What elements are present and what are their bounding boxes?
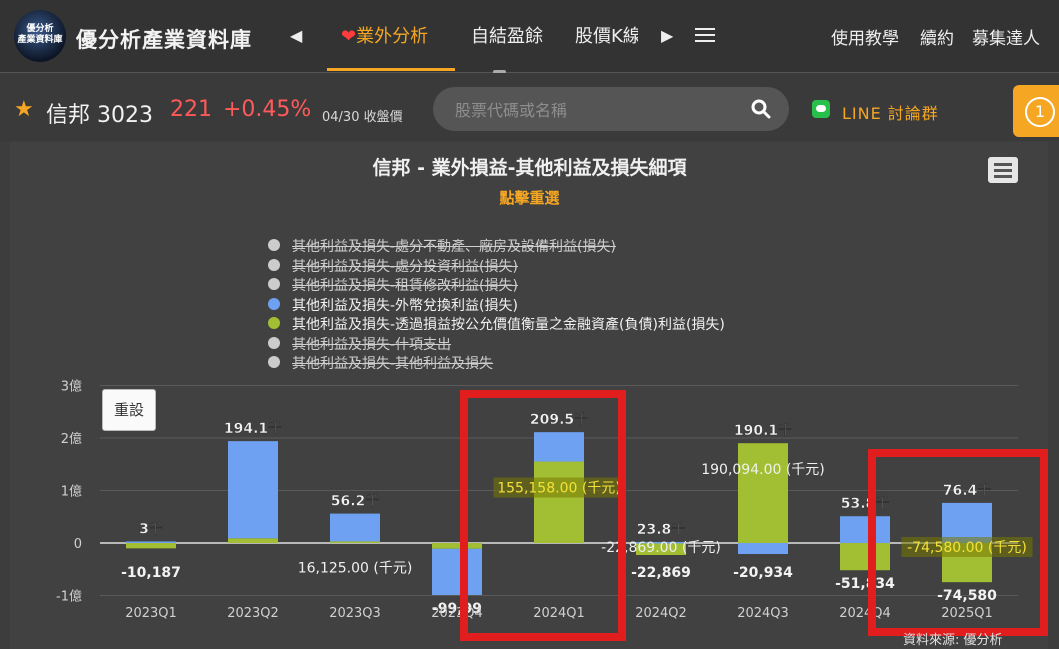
- bar-fx: [126, 541, 176, 543]
- x-tick-label: 2024Q3: [737, 606, 789, 621]
- x-tick-label: 2024Q2: [635, 606, 687, 621]
- bar-total-label: 56.2千: [331, 493, 380, 510]
- bar-fvpl: [126, 543, 176, 549]
- bar-total-label: 3千: [139, 520, 163, 537]
- x-tick-label: 2023Q1: [125, 606, 177, 621]
- highlight-box-2025q1: [868, 449, 1048, 636]
- x-tick-label: 2023Q2: [227, 606, 279, 621]
- bar-fvpl: [228, 538, 278, 543]
- x-tick-label: 2023Q3: [329, 606, 381, 621]
- bar-total-label: 194.1千: [224, 420, 282, 437]
- y-tick-label: 1億: [61, 484, 82, 500]
- y-tick-label: 2億: [61, 431, 82, 447]
- data-source: 資料來源: 優分析: [903, 633, 1003, 648]
- bar-negative-label: -20,934: [733, 565, 793, 581]
- bar-total-label: 23.8千: [637, 521, 686, 538]
- bar-fvpl: [738, 443, 788, 543]
- value-tooltip: 190,094.00 (千元): [701, 462, 825, 478]
- bar-fx: [330, 513, 380, 542]
- reset-zoom-button[interactable]: 重設: [102, 389, 156, 431]
- y-tick-label: -1億: [56, 589, 82, 605]
- value-tooltip: 16,125.00 (千元): [298, 560, 413, 576]
- y-tick-label: 0: [74, 537, 82, 552]
- bar-fx: [228, 441, 278, 539]
- bar-total-label: 190.1千: [734, 422, 792, 439]
- y-tick-label: 3億: [61, 379, 82, 395]
- bar-negative-label: -22,869: [631, 565, 691, 581]
- bar-fvpl: [330, 541, 380, 543]
- highlight-box-2024q1: [460, 390, 626, 641]
- bar-negative-label: -10,187: [121, 565, 181, 581]
- bar-fx: [738, 543, 788, 555]
